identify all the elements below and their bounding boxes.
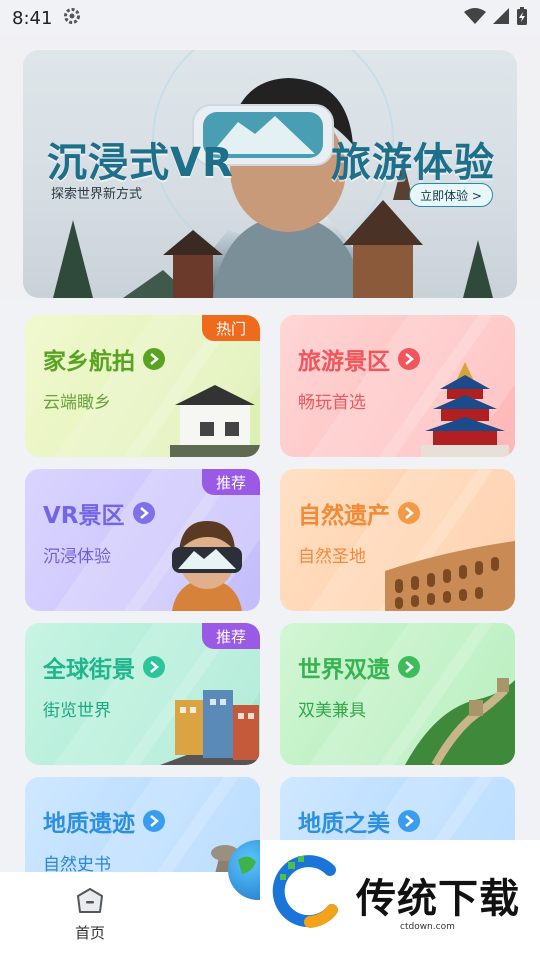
card-title-text: 家乡航拍 bbox=[43, 349, 135, 375]
card-title: VR景区 bbox=[43, 496, 155, 530]
card-title: 家乡航拍 bbox=[43, 342, 165, 376]
card-title-text: 地质遗迹 bbox=[43, 811, 135, 837]
status-time: 8:41 bbox=[12, 7, 53, 29]
cellular-signal-icon bbox=[492, 7, 510, 29]
chevron-right-icon bbox=[132, 502, 155, 524]
card-global-street-view[interactable]: 全球街景 街览世界 推荐 bbox=[25, 623, 260, 765]
card-hometown-aerial[interactable]: 家乡航拍 云端瞰乡 热门 bbox=[25, 315, 260, 457]
vr-boy-illustration bbox=[172, 521, 242, 611]
tab-home-label: 首页 bbox=[74, 924, 105, 942]
battery-charging-icon bbox=[516, 6, 528, 30]
watermark: 传统下载 ctdown.com bbox=[260, 840, 540, 940]
watermark-url: ctdown.com bbox=[400, 922, 455, 932]
card-title: 世界双遗 bbox=[298, 650, 420, 684]
card-subtitle: 双美兼具 bbox=[298, 701, 366, 721]
great-wall-illustration bbox=[405, 678, 515, 765]
hui-style-house-illustration bbox=[170, 385, 260, 457]
status-bar: 8:41 bbox=[0, 0, 540, 36]
card-natural-heritage[interactable]: 自然遗产 自然圣地 bbox=[280, 469, 515, 611]
card-subtitle: 沉浸体验 bbox=[43, 547, 111, 567]
card-vr-scenic[interactable]: VR景区 沉浸体验 推荐 bbox=[25, 469, 260, 611]
card-title-text: 世界双遗 bbox=[298, 657, 390, 683]
vr-travel-banner[interactable]: 沉浸式VR 旅游体验 探索世界新方式 立即体验 > bbox=[23, 50, 517, 298]
banner-area: 沉浸式VR 旅游体验 探索世界新方式 立即体验 > bbox=[0, 36, 540, 298]
card-world-dual-heritage[interactable]: 世界双遗 双美兼具 bbox=[280, 623, 515, 765]
try-now-button[interactable]: 立即体验 > bbox=[409, 183, 493, 207]
tab-home[interactable]: 首页 bbox=[60, 886, 120, 943]
hot-badge: 热门 bbox=[202, 315, 260, 341]
card-title-text: 全球街景 bbox=[43, 657, 135, 683]
card-subtitle: 云端瞰乡 bbox=[43, 393, 111, 413]
card-title: 全球街景 bbox=[43, 650, 165, 684]
card-title: 地质遗迹 bbox=[43, 804, 165, 838]
recommend-badge: 推荐 bbox=[202, 469, 260, 495]
card-title: 旅游景区 bbox=[298, 342, 420, 376]
chevron-right-icon bbox=[398, 656, 420, 678]
card-subtitle: 畅玩首选 bbox=[298, 393, 366, 413]
card-title-text: VR景区 bbox=[43, 503, 125, 529]
chevron-right-icon bbox=[143, 656, 165, 678]
chevron-right-icon bbox=[398, 348, 420, 370]
card-subtitle: 街览世界 bbox=[43, 701, 111, 721]
banner-title-right: 旅游体验 bbox=[331, 140, 495, 186]
card-subtitle: 自然圣地 bbox=[298, 547, 366, 567]
colosseum-illustration bbox=[385, 541, 515, 611]
watermark-text: 传统下载 bbox=[356, 876, 520, 922]
card-title: 地质之美 bbox=[298, 804, 420, 838]
card-tourist-spots[interactable]: 旅游景区 畅玩首选 bbox=[280, 315, 515, 457]
wifi-icon bbox=[464, 7, 486, 29]
street-buildings-illustration bbox=[160, 690, 260, 765]
card-title-text: 旅游景区 bbox=[298, 349, 390, 375]
chevron-right-icon bbox=[398, 502, 420, 524]
settings-gear-icon bbox=[62, 6, 82, 30]
card-title-text: 地质之美 bbox=[298, 811, 390, 837]
watermark-logo-icon bbox=[272, 855, 338, 928]
temple-of-heaven-illustration bbox=[421, 362, 509, 457]
card-title: 自然遗产 bbox=[298, 496, 420, 530]
chevron-right-icon bbox=[398, 810, 420, 832]
chevron-right-icon bbox=[143, 810, 165, 832]
home-icon bbox=[75, 888, 105, 920]
chevron-right-icon bbox=[143, 348, 165, 370]
recommend-badge: 推荐 bbox=[202, 623, 260, 649]
banner-title-left: 沉浸式VR bbox=[47, 140, 234, 186]
card-title-text: 自然遗产 bbox=[298, 503, 390, 529]
banner-subtitle: 探索世界新方式 bbox=[51, 187, 143, 202]
